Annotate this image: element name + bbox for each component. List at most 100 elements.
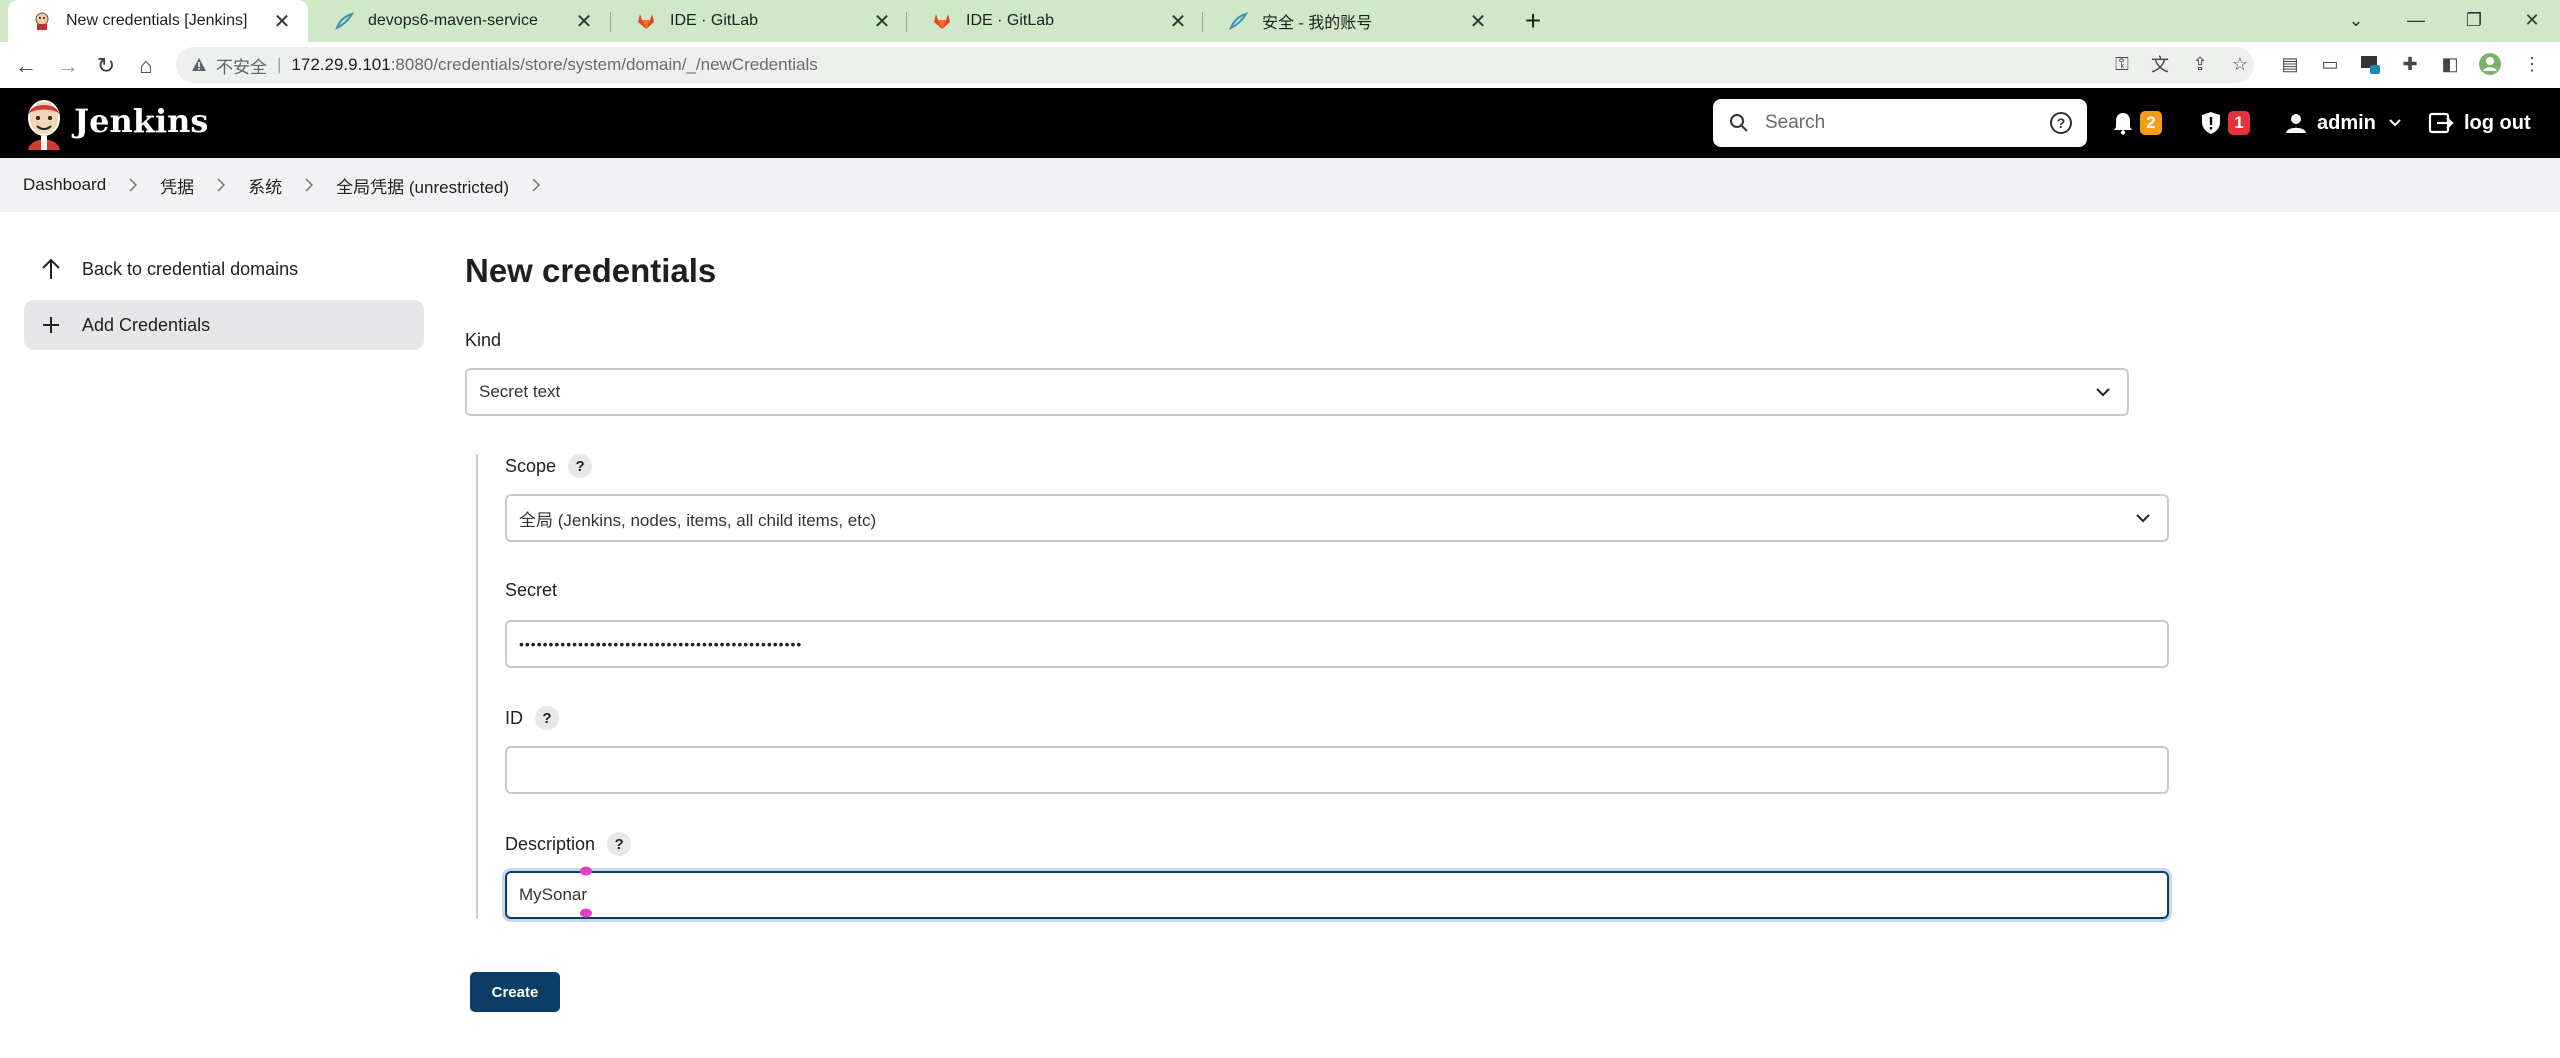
description-label: Description ?: [505, 832, 632, 856]
home-icon[interactable]: ⌂: [130, 50, 162, 82]
security-alerts-button[interactable]: 1: [2200, 108, 2250, 138]
feather-favicon-icon: [1228, 11, 1248, 31]
chevron-right-icon[interactable]: [531, 178, 541, 192]
jenkins-logo-icon[interactable]: [22, 96, 66, 150]
breadcrumb-credentials[interactable]: 凭据: [160, 173, 194, 198]
key-icon[interactable]: ⚿: [2108, 50, 2136, 78]
description-help-button[interactable]: ?: [607, 832, 632, 856]
description-input[interactable]: MySonar: [505, 871, 2169, 919]
insecure-label: 不安全: [216, 57, 267, 77]
breadcrumb-global-credentials[interactable]: 全局凭据 (unrestricted): [336, 173, 509, 198]
breadcrumb-dashboard[interactable]: Dashboard: [23, 175, 106, 195]
close-tab-icon[interactable]: ✕: [870, 9, 894, 33]
extensions-puzzle-icon[interactable]: ✚: [2396, 50, 2424, 78]
close-tab-icon[interactable]: ✕: [1166, 9, 1190, 33]
tab-title: New credentials [Jenkins]: [66, 12, 248, 29]
address-bar[interactable]: 不安全 | 172.29.9.101 :8080/credentials/sto…: [176, 47, 2254, 83]
username-label: admin: [2317, 111, 2376, 134]
scope-select[interactable]: 全局 (Jenkins, nodes, items, all child ite…: [505, 494, 2169, 542]
close-tab-icon[interactable]: ✕: [270, 9, 294, 33]
tab-ide-gitlab-2[interactable]: IDE · GitLab ✕: [908, 0, 1204, 42]
chevron-right-icon: [305, 178, 314, 192]
plus-icon: [40, 314, 62, 336]
chevron-down-icon: [2136, 514, 2150, 523]
side-panel-icon[interactable]: ◧: [2436, 50, 2464, 78]
share-icon[interactable]: ⇪: [2186, 50, 2214, 78]
reading-list-icon[interactable]: ▤: [2276, 50, 2304, 78]
tab-title: IDE · GitLab: [670, 12, 759, 29]
minimize-window-icon[interactable]: —: [2396, 6, 2436, 34]
tab-separator: [906, 12, 907, 32]
kind-label-text: Kind: [465, 330, 502, 350]
browser-menu-icon[interactable]: ⋮: [2518, 50, 2546, 78]
text-selection-handle-top-icon[interactable]: [580, 866, 592, 876]
new-tab-button[interactable]: +: [1518, 5, 1548, 36]
search-box[interactable]: ?: [1713, 99, 2087, 147]
user-menu-button[interactable]: admin: [2285, 108, 2402, 138]
side-item-label: Back to credential domains: [82, 258, 299, 279]
tab-devops6-maven-service[interactable]: devops6-maven-service ✕: [310, 0, 610, 42]
search-input[interactable]: [1763, 111, 2037, 135]
extension-monitor-icon[interactable]: [2356, 50, 2384, 78]
create-button[interactable]: Create: [470, 972, 560, 1012]
tab-title: 安全 - 我的账号: [1262, 15, 1373, 32]
bell-icon: [2114, 113, 2132, 135]
scope-help-button[interactable]: ?: [568, 454, 593, 478]
gitlab-favicon-icon: [932, 11, 952, 31]
scope-selected-value: 全局 (Jenkins, nodes, items, all child ite…: [519, 510, 877, 530]
feather-favicon-icon: [334, 11, 354, 31]
kind-label: Kind: [465, 330, 501, 351]
close-tab-icon[interactable]: ✕: [572, 9, 596, 33]
extension-window-icon[interactable]: ▭: [2316, 50, 2344, 78]
id-label-text: ID: [505, 707, 523, 728]
secret-label-text: Secret: [505, 580, 558, 600]
browser-tab-strip: New credentials [Jenkins] ✕ devops6-mave…: [0, 0, 2560, 42]
id-help-button[interactable]: ?: [535, 706, 559, 730]
scope-label-text: Scope: [505, 455, 557, 476]
back-arrow-icon[interactable]: ←: [10, 50, 42, 82]
address-path: :8080/credentials/store/system/domain/_/…: [390, 55, 818, 74]
warning-triangle-icon: [190, 56, 208, 74]
translate-icon[interactable]: 文: [2146, 50, 2174, 78]
id-input[interactable]: [505, 746, 2169, 794]
forward-arrow-icon[interactable]: →: [52, 50, 84, 82]
tab-new-credentials[interactable]: New credentials [Jenkins] ✕: [8, 0, 308, 42]
scope-label: Scope ?: [505, 454, 593, 478]
search-icon: [1730, 114, 1748, 132]
secret-input[interactable]: ••••••••••••••••••••••••••••••••••••••••…: [505, 620, 2169, 668]
description-value: MySonar: [519, 885, 588, 904]
text-selection-handle-bottom-icon[interactable]: [580, 908, 592, 918]
bookmark-star-icon[interactable]: ☆: [2226, 50, 2254, 78]
address-host: 172.29.9.101: [291, 55, 391, 74]
logout-icon: [2428, 112, 2454, 134]
secret-label: Secret: [505, 580, 557, 601]
page-title: New credentials: [465, 252, 717, 289]
svg-text:?: ?: [2057, 115, 2066, 131]
tab-title: IDE · GitLab: [966, 12, 1055, 29]
breadcrumb-system[interactable]: 系统: [248, 173, 282, 198]
jenkins-brand-title[interactable]: Jenkins: [74, 102, 208, 140]
breadcrumb: Dashboard 凭据 系统 全局凭据 (unrestricted): [0, 158, 2560, 212]
profile-avatar-icon[interactable]: [2476, 50, 2504, 78]
security-count-badge: 1: [2228, 111, 2250, 135]
side-add-credentials[interactable]: Add Credentials: [24, 300, 424, 350]
tab-separator: [1202, 12, 1203, 32]
secret-masked-value: ••••••••••••••••••••••••••••••••••••••••…: [519, 636, 803, 652]
kind-selected-value: Secret text: [479, 382, 561, 401]
notifications-count-badge: 2: [2140, 111, 2162, 135]
kind-select[interactable]: Secret text: [465, 368, 2129, 416]
reload-icon[interactable]: ↻: [90, 50, 122, 82]
tab-separator: [610, 12, 611, 32]
chevron-down-icon: [2096, 388, 2110, 397]
notifications-button[interactable]: 2: [2112, 108, 2162, 138]
chevron-down-icon: [2389, 119, 2401, 127]
tab-search-chevron-icon[interactable]: ⌄: [2336, 6, 2376, 34]
tab-security-account[interactable]: 安全 - 我的账号 ✕: [1204, 0, 1504, 42]
search-help-icon[interactable]: ?: [2049, 111, 2073, 135]
side-back-to-credential-domains[interactable]: Back to credential domains: [24, 244, 424, 294]
close-window-icon[interactable]: ✕: [2512, 6, 2552, 34]
tab-ide-gitlab-1[interactable]: IDE · GitLab ✕: [612, 0, 908, 42]
logout-button[interactable]: log out: [2428, 108, 2531, 138]
close-tab-icon[interactable]: ✕: [1466, 9, 1490, 33]
restore-window-icon[interactable]: ❐: [2454, 6, 2494, 34]
